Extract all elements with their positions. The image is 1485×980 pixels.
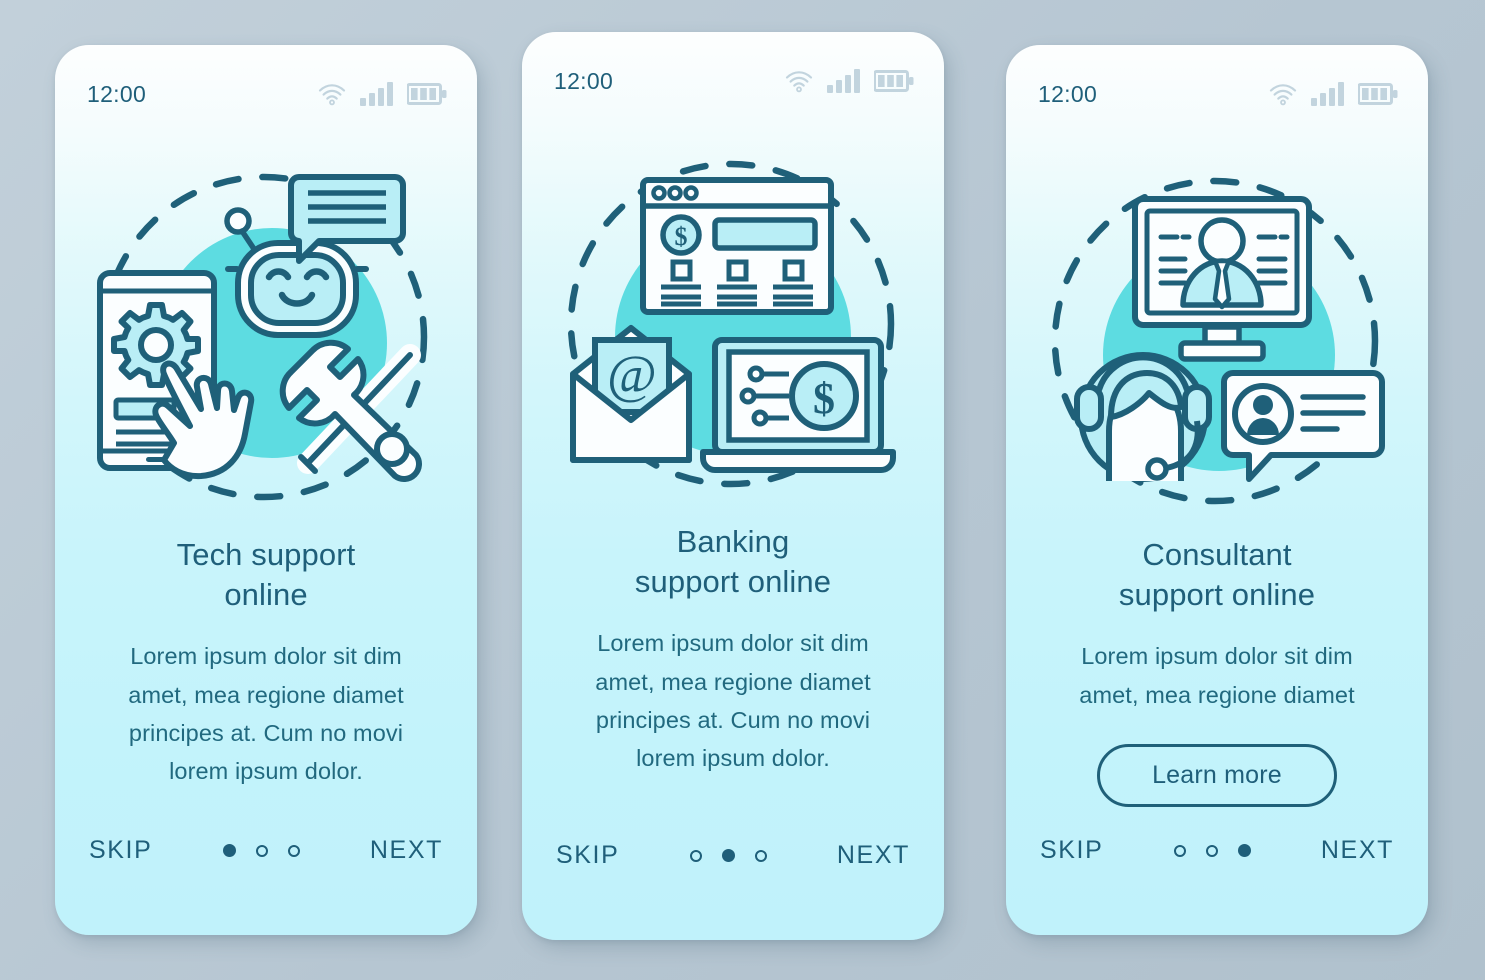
banking-support-illustration: $ @ $ <box>522 142 944 512</box>
battery-icon <box>407 82 447 106</box>
next-button[interactable]: NEXT <box>370 836 443 865</box>
pagination-dot-2[interactable] <box>721 849 735 862</box>
page-title: Tech support online <box>176 537 356 612</box>
status-bar-clock: 12:00 <box>554 67 614 94</box>
status-bar: 12:00 <box>522 32 944 102</box>
tech-support-illustration <box>55 155 477 525</box>
pagination-dot-3[interactable] <box>754 849 767 862</box>
pagination-dot-1[interactable] <box>222 844 236 857</box>
status-bar-icons <box>1268 82 1398 106</box>
page-title: Consultant support online <box>1118 537 1316 612</box>
pagination-dots <box>222 844 300 857</box>
signal-icon <box>360 82 394 106</box>
page-description: Lorem ipsum dolor sit dim amet, mea regi… <box>1079 643 1355 708</box>
onboarding-screens-stage: 12:00 Tech support online Lorem ipsum do… <box>0 0 1485 980</box>
chat-bubble-avatar-icon <box>1221 370 1385 482</box>
email-envelope-icon: @ <box>570 325 692 463</box>
next-button[interactable]: NEXT <box>837 841 910 870</box>
wifi-icon <box>317 82 347 106</box>
svg-text:$: $ <box>675 222 688 251</box>
consultant-support-illustration <box>1006 155 1428 525</box>
card-text-block: Banking support online Lorem ipsum dolor… <box>548 522 918 778</box>
dollar-coin-icon: $ <box>660 214 702 256</box>
onboarding-card-banking-support: 12:00 $ @ $ Banking support online Lorem… <box>522 32 944 940</box>
laptop-icon: $ <box>700 337 896 473</box>
page-description: Lorem ipsum dolor sit dim amet, mea regi… <box>595 630 871 772</box>
skip-button[interactable]: SKIP <box>1040 836 1103 865</box>
onboarding-card-tech-support: 12:00 Tech support online Lorem ipsum do… <box>55 45 477 935</box>
pagination-dots <box>1173 844 1251 857</box>
status-bar-clock: 12:00 <box>1038 80 1098 107</box>
signal-icon <box>1311 82 1345 106</box>
gear-icon <box>111 302 201 388</box>
pagination-dot-3[interactable] <box>287 844 300 857</box>
learn-more-button[interactable]: Learn more <box>1097 743 1337 807</box>
bottom-navigation: SKIP NEXT <box>1040 836 1394 865</box>
card-text-block: Tech support online Lorem ipsum dolor si… <box>81 535 451 791</box>
pagination-dot-2[interactable] <box>255 844 268 857</box>
bottom-navigation: SKIP NEXT <box>89 836 443 865</box>
page-description: Lorem ipsum dolor sit dim amet, mea regi… <box>128 643 404 785</box>
status-bar: 12:00 <box>55 45 477 115</box>
card-text-block: Consultant support online Lorem ipsum do… <box>1032 535 1402 807</box>
at-sign-icon: @ <box>607 344 657 404</box>
wifi-icon <box>1268 82 1298 106</box>
onboarding-card-consultant-support: 12:00 Consultant support online Lorem ip… <box>1006 45 1428 935</box>
headset-operator-icon <box>1074 352 1212 482</box>
page-title: Banking support online <box>634 524 832 599</box>
status-bar: 12:00 <box>1006 45 1428 115</box>
status-bar-clock: 12:00 <box>87 80 147 107</box>
battery-icon <box>874 69 914 93</box>
browser-window-icon: $ <box>640 177 834 315</box>
status-bar-icons <box>317 82 447 106</box>
chat-bubble-icon <box>288 174 406 264</box>
skip-button[interactable]: SKIP <box>89 836 152 865</box>
bottom-navigation: SKIP NEXT <box>556 841 910 870</box>
battery-icon <box>1358 82 1398 106</box>
svg-text:$: $ <box>813 374 835 423</box>
skip-button[interactable]: SKIP <box>556 841 619 870</box>
pagination-dot-3[interactable] <box>1237 844 1251 857</box>
pagination-dot-1[interactable] <box>1173 844 1186 857</box>
pagination-dot-1[interactable] <box>689 849 702 862</box>
pagination-dots <box>689 849 767 862</box>
pagination-dot-2[interactable] <box>1205 844 1218 857</box>
status-bar-icons <box>784 69 914 93</box>
next-button[interactable]: NEXT <box>1321 836 1394 865</box>
signal-icon <box>827 69 861 93</box>
wifi-icon <box>784 69 814 93</box>
